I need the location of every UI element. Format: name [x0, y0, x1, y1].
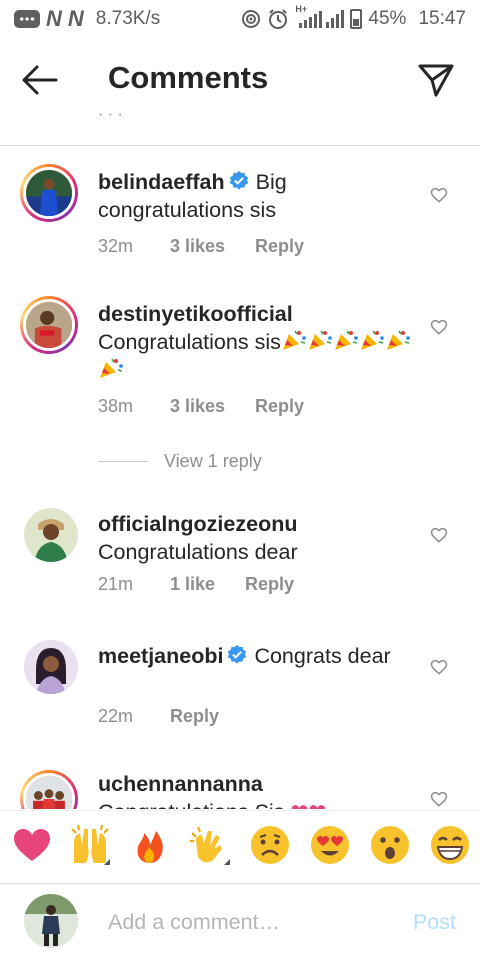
party-popper-emoji: [386, 330, 410, 350]
like-heart-icon[interactable]: [430, 526, 448, 544]
battery-icon: [350, 9, 363, 29]
party-popper-emoji: [308, 330, 332, 350]
emoji-quick-bar: [0, 810, 480, 884]
n-notification-icon: N: [46, 6, 62, 31]
comment-likes[interactable]: 1 like: [170, 574, 215, 595]
comment-text-block: uchennannanna Congratulations Sis ❤❤: [98, 770, 418, 809]
alarm-icon: [269, 9, 288, 29]
reply-button[interactable]: Reply: [255, 396, 304, 417]
comment-time: 38m: [98, 396, 134, 416]
like-heart-icon[interactable]: [430, 658, 448, 676]
comment-time: 22m: [98, 706, 134, 726]
avatar[interactable]: [20, 164, 78, 222]
comment-meta: 22m Reply: [98, 706, 219, 727]
like-heart-icon[interactable]: [430, 790, 448, 808]
sad-face-emoji-button[interactable]: [248, 823, 292, 867]
comment-text: Congratulations dear: [98, 540, 298, 564]
battery-level: 45%: [368, 8, 407, 29]
comment-username[interactable]: destinyetikoofficial: [98, 300, 418, 328]
comment-meta: 38m 3 likes Reply: [98, 396, 304, 417]
comment-likes[interactable]: 3 likes: [170, 396, 225, 417]
raising-hands-emoji-button[interactable]: [68, 823, 112, 867]
post-button[interactable]: Post: [413, 910, 456, 935]
signal-group: H+: [295, 4, 345, 28]
comment-time: 21m: [98, 574, 134, 594]
hotspot-icon: [242, 10, 261, 28]
status-bar: N N 8.73K/s H+ 45% 15:47: [0, 0, 480, 38]
party-popper-emoji: [100, 358, 123, 378]
back-button[interactable]: [20, 62, 64, 98]
red-heart-emoji-button[interactable]: [10, 823, 54, 867]
avatar-photo: [26, 170, 72, 216]
paper-plane-icon: [418, 64, 454, 97]
clock: 15:47: [418, 8, 466, 29]
current-user-avatar: [24, 894, 78, 948]
comments-header: Comments: [0, 40, 480, 120]
view-replies-line: [98, 461, 148, 462]
page-title: Comments: [108, 60, 269, 95]
avatar-photo: [26, 776, 72, 809]
clapping-hands-emoji-button[interactable]: [188, 823, 232, 867]
party-popper-emoji: [282, 330, 306, 350]
comment-likes[interactable]: 3 likes: [170, 236, 225, 257]
view-replies-label: View 1 reply: [164, 451, 262, 471]
surprised-face-emoji-button[interactable]: [368, 823, 412, 867]
comment-meta: 21m 1 like Reply: [98, 574, 294, 595]
like-heart-icon[interactable]: [430, 186, 448, 204]
comment-text-block: belindaeffah Big congratulations sis: [98, 168, 418, 224]
message-notification-icon: [14, 10, 40, 28]
comment-text: Congratulations Sis: [98, 800, 284, 809]
arrow-left-icon: [22, 65, 58, 95]
avatar-photo: [24, 894, 78, 948]
avatar-photo: [26, 302, 72, 348]
previous-comment-peek: · · ·: [98, 112, 123, 123]
avatar[interactable]: [24, 640, 78, 694]
avatar-photo: [24, 640, 78, 694]
grinning-face-emoji-button[interactable]: [428, 823, 472, 867]
comment-composer: Post: [0, 884, 480, 960]
reply-button[interactable]: Reply: [255, 236, 304, 257]
like-heart-icon[interactable]: [430, 318, 448, 336]
view-replies-button[interactable]: View 1 reply: [98, 451, 262, 472]
signal-strength-icon-2: [326, 10, 345, 28]
fire-emoji-button[interactable]: [128, 823, 172, 867]
comment-username[interactable]: belindaeffah: [98, 170, 225, 194]
reply-button[interactable]: Reply: [170, 706, 219, 727]
verified-badge-icon: [228, 644, 247, 664]
avatar-photo: [24, 508, 78, 562]
avatar[interactable]: [24, 508, 78, 562]
share-button[interactable]: [416, 60, 456, 100]
comment-list[interactable]: belindaeffah Big congratulations sis 32m …: [0, 146, 480, 809]
network-type: H+: [295, 4, 308, 14]
avatar[interactable]: [20, 296, 78, 354]
heart-emojis: ❤❤: [290, 800, 326, 809]
comment-meta: 32m 3 likes Reply: [98, 236, 304, 257]
comment-input[interactable]: [98, 902, 408, 942]
comment-text-block: destinyetikoofficial Congratulations sis: [98, 300, 418, 384]
avatar[interactable]: [20, 770, 78, 809]
comment-username[interactable]: officialngoziezeonu: [98, 510, 418, 538]
comment-text-block: meetjaneobi Congrats dear: [98, 642, 418, 670]
reply-button[interactable]: Reply: [245, 574, 294, 595]
comment-text: Congratulations sis: [98, 330, 281, 354]
heart-eyes-emoji-button[interactable]: [308, 823, 352, 867]
comment-username[interactable]: meetjaneobi: [98, 644, 223, 668]
comment-username[interactable]: uchennannanna: [98, 770, 418, 798]
verified-badge-icon: [229, 170, 248, 190]
comment-time: 32m: [98, 236, 134, 256]
party-popper-emoji: [360, 330, 384, 350]
n-notification-icon-2: N: [67, 6, 84, 31]
comment-text-block: officialngoziezeonu Congratulations dear: [98, 510, 418, 566]
network-speed: 8.73K/s: [95, 8, 161, 29]
comment-text: Congrats dear: [254, 644, 391, 668]
party-popper-emoji: [334, 330, 358, 350]
